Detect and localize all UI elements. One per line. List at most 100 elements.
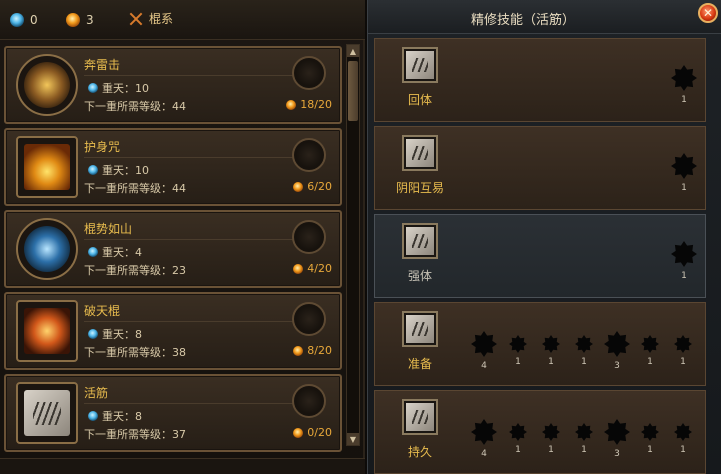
node-star-icon (509, 335, 527, 353)
tier-text: 重天：8 (102, 328, 142, 341)
node-star-icon (671, 65, 697, 91)
node-level: 4 (481, 361, 487, 371)
node-star-icon (509, 423, 527, 441)
node-star-icon (471, 419, 497, 445)
blue-currency-value: 0 (30, 13, 38, 27)
upgrade-knob[interactable] (292, 384, 326, 418)
divider (84, 75, 294, 76)
node-level: 3 (614, 361, 620, 371)
node-star-icon (671, 153, 697, 179)
refine-node[interactable]: 4 (471, 331, 497, 371)
skill-card[interactable]: 活筋 重天：8 下一重所需等级：37 0/20 (4, 374, 342, 452)
refine-icon-frame (402, 135, 438, 171)
node-level: 1 (647, 445, 653, 455)
divider (84, 321, 294, 322)
refine-icon-frame (402, 47, 438, 83)
node-star-icon (604, 331, 630, 357)
refine-node[interactable]: 1 (538, 331, 564, 371)
refine-name: 强体 (407, 269, 432, 283)
upgrade-knob[interactable] (292, 220, 326, 254)
refine-node[interactable]: 1 (671, 65, 697, 105)
refine-icon-frame (402, 399, 438, 435)
scroll-book-icon (406, 51, 434, 79)
tier-text: 重天：8 (102, 410, 142, 423)
upgrade-knob[interactable] (292, 56, 326, 90)
node-star-icon (542, 423, 560, 441)
refine-node[interactable]: 1 (670, 331, 696, 371)
refine-node[interactable]: 1 (538, 419, 564, 459)
skill-card[interactable]: 破天棍 重天：8 下一重所需等级：38 8/20 (4, 292, 342, 370)
skill-list-panel: 0 3 棍系 奔雷击 重天：10 下一重所需等级：44 18/20 护身咒 重天… (0, 0, 365, 474)
node-star-icon (674, 423, 692, 441)
node-level: 1 (515, 445, 521, 455)
skill-icon-frame (16, 54, 78, 116)
node-level: 1 (680, 445, 686, 455)
skill-progress: 0/20 (293, 426, 332, 439)
node-level: 1 (681, 271, 687, 281)
skill-tier: 重天：10 (88, 162, 149, 178)
node-star-icon (542, 335, 560, 353)
orange-currency: 3 (66, 11, 94, 29)
tier-text: 重天：10 (102, 82, 149, 95)
refine-node[interactable]: 1 (671, 153, 697, 193)
scroll-book-icon (24, 390, 70, 436)
orange-gem-icon (293, 181, 304, 192)
scroll-up-arrow-icon[interactable]: ▲ (347, 45, 359, 57)
skill-name: 破天棍 (84, 304, 121, 318)
skill-tier: 重天：8 (88, 408, 142, 424)
divider (84, 403, 294, 404)
skill-card[interactable]: 棍势如山 重天：4 下一重所需等级：23 4/20 (4, 210, 342, 288)
refine-node[interactable]: 1 (505, 331, 531, 371)
skill-card[interactable]: 奔雷击 重天：10 下一重所需等级：44 18/20 (4, 46, 342, 124)
skill-icon-frame (16, 136, 78, 198)
skill-icon-frame (16, 382, 78, 444)
skill-card[interactable]: 护身咒 重天：10 下一重所需等级：44 6/20 (4, 128, 342, 206)
orange-gem-icon (66, 13, 80, 27)
blue-staff-icon (24, 226, 70, 272)
refine-node[interactable]: 1 (637, 331, 663, 371)
refine-node[interactable]: 3 (604, 419, 630, 459)
refine-node[interactable]: 3 (604, 331, 630, 371)
refine-node[interactable]: 1 (571, 419, 597, 459)
blue-gem-icon (88, 247, 98, 257)
upgrade-knob[interactable] (292, 302, 326, 336)
node-star-icon (674, 335, 692, 353)
scroll-down-arrow-icon[interactable]: ▼ (347, 433, 359, 445)
scrollbar[interactable]: ▲ ▼ (346, 44, 360, 446)
refine-name: 阴阳互易 (395, 181, 444, 195)
skill-icon-frame (16, 300, 78, 362)
refine-node[interactable]: 1 (670, 419, 696, 459)
node-level: 1 (548, 445, 554, 455)
node-star-icon (641, 335, 659, 353)
node-star-icon (471, 331, 497, 357)
refine-node[interactable]: 1 (505, 419, 531, 459)
next-level-requirement: 下一重所需等级：38 (84, 346, 186, 359)
refine-row[interactable]: 阴阳互易 1 (374, 126, 706, 210)
skill-progress: 18/20 (286, 98, 332, 111)
refine-row[interactable]: 持久 4 1 1 1 3 1 1 (374, 390, 706, 474)
blue-gem-icon (10, 13, 24, 27)
node-level: 1 (647, 357, 653, 367)
progress-text: 6/20 (307, 180, 332, 193)
skill-name: 棍势如山 (84, 222, 133, 236)
orange-gem-icon (293, 427, 304, 438)
tab-staff[interactable]: 棍系 (128, 10, 173, 27)
staff-strike-icon (24, 62, 70, 108)
refine-row[interactable]: 强体 1 (374, 214, 706, 298)
refine-row[interactable]: 回体 1 (374, 38, 706, 122)
refine-icon-frame (402, 311, 438, 347)
golden-aura-icon (24, 144, 70, 190)
refine-node[interactable]: 1 (571, 331, 597, 371)
scroll-thumb[interactable] (348, 61, 358, 121)
skill-name: 活筋 (84, 386, 109, 400)
node-star-icon (641, 423, 659, 441)
refine-row[interactable]: 准备 4 1 1 1 3 1 1 (374, 302, 706, 386)
upgrade-knob[interactable] (292, 138, 326, 172)
refine-node[interactable]: 1 (671, 241, 697, 281)
scroll-book-icon (406, 315, 434, 343)
tier-text: 重天：4 (102, 246, 142, 259)
close-icon[interactable]: ✕ (698, 3, 718, 23)
refine-node[interactable]: 4 (471, 419, 497, 459)
refine-node[interactable]: 1 (637, 419, 663, 459)
scroll-book-icon (406, 139, 434, 167)
